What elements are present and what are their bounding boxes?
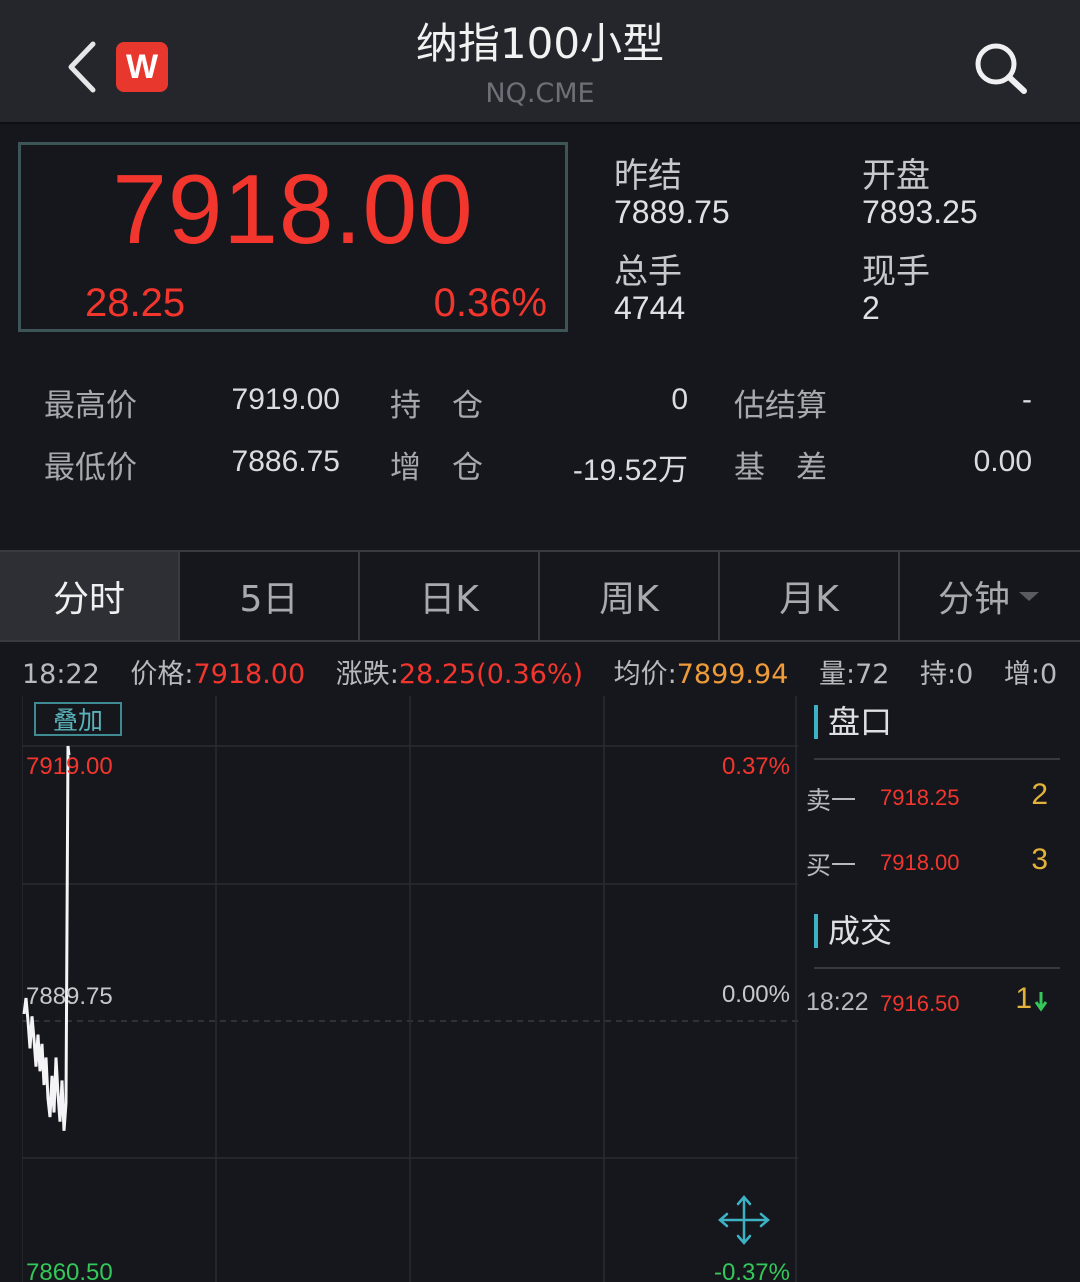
- open-interest-label: 持 仓: [390, 388, 483, 424]
- price-box: 7918.00 28.25 0.36%: [18, 142, 568, 332]
- open-label: 开盘: [862, 156, 930, 196]
- tab-label: 分钟: [937, 579, 1010, 620]
- info-hold: 0: [956, 659, 974, 690]
- prev-settle-value: 7889.75: [614, 194, 730, 230]
- low-label: 最低价: [44, 450, 137, 486]
- basis-value: 0.00: [973, 445, 1032, 478]
- page-title: 纳指100小型: [415, 19, 665, 68]
- prev-settle-label: 昨结: [614, 156, 682, 196]
- tab-daily-k[interactable]: 日K: [360, 552, 540, 640]
- page-subtitle: NQ.CME: [485, 78, 595, 109]
- bid1-volume: 3: [1031, 843, 1048, 876]
- current-volume-value: 2: [862, 290, 880, 326]
- open-interest-value: 0: [671, 383, 688, 416]
- current-volume-label: 现手: [862, 252, 930, 292]
- chart-info-line: 18:22 价格:7918.00 涨跌:28.25(0.36%) 均价:7899…: [22, 652, 1057, 691]
- tab-label: 日K: [419, 579, 479, 620]
- ask1-price: 7918.25: [880, 785, 960, 810]
- info-price-label: 价格:: [130, 659, 194, 690]
- open-value: 7893.25: [862, 194, 978, 230]
- chart-tabs: 分时 5日 日K 周K 月K 分钟: [0, 550, 1080, 642]
- search-icon: [975, 43, 1027, 94]
- high-label: 最高价: [44, 388, 137, 424]
- info-time: 18:22: [22, 659, 100, 690]
- y-label-high: 7919.00: [26, 753, 113, 780]
- trade-volume: 1: [1015, 982, 1032, 1015]
- tab-intraday[interactable]: 分时: [0, 552, 180, 640]
- tab-5day[interactable]: 5日: [180, 552, 360, 640]
- info-vol-label: 量:: [818, 659, 856, 690]
- y-label-pct-high: 0.37%: [722, 753, 790, 780]
- info-avg: 7899.94: [676, 659, 789, 690]
- trade-price: 7916.50: [880, 991, 960, 1016]
- tab-weekly-k[interactable]: 周K: [540, 552, 720, 640]
- last-price: 7918.00: [112, 154, 474, 264]
- price-change-percent: 0.36%: [433, 281, 547, 325]
- y-label-pct-low: -0.37%: [714, 1259, 790, 1282]
- y-label-mid: 7889.75: [26, 983, 113, 1010]
- trades-title: 成交: [814, 914, 892, 948]
- bid1-price: 7918.00: [880, 850, 960, 875]
- oi-change-label: 增 仓: [390, 450, 483, 486]
- expand-arrows-icon[interactable]: [718, 1195, 770, 1245]
- tab-label: 月K: [779, 579, 839, 620]
- total-volume-label: 总手: [614, 252, 682, 292]
- trade-time: 18:22: [806, 988, 869, 1016]
- basis-label: 基 差: [734, 450, 827, 486]
- info-avg-label: 均价:: [613, 659, 677, 690]
- tab-minute[interactable]: 分钟: [900, 552, 1080, 640]
- total-volume-value: 4744: [614, 290, 686, 326]
- y-label-pct-mid: 0.00%: [722, 981, 790, 1008]
- intraday-chart[interactable]: 7919.00 7889.75 7860.50 0.37% 0.00% -0.3…: [22, 696, 798, 1282]
- chart-grid: [22, 696, 798, 1282]
- price-change: 28.25: [85, 281, 186, 325]
- price-series-line: [22, 745, 71, 1131]
- tab-monthly-k[interactable]: 月K: [720, 552, 900, 640]
- tab-label: 周K: [599, 579, 659, 620]
- y-label-low: 7860.50: [26, 1259, 113, 1282]
- search-button[interactable]: [970, 38, 1032, 98]
- caret-down-icon: [1019, 592, 1039, 601]
- ask1-label: 卖一: [806, 786, 857, 815]
- divider: [814, 758, 1060, 760]
- low-value: 7886.75: [231, 445, 340, 478]
- info-inc: 0: [1040, 659, 1058, 690]
- info-inc-label: 增:: [1003, 659, 1041, 690]
- oi-change-value: -19.52万: [572, 454, 688, 487]
- info-price: 7918.00: [193, 659, 306, 690]
- info-change: 28.25(0.36%): [398, 659, 584, 690]
- bid1-label: 买一: [806, 851, 857, 880]
- info-vol: 72: [855, 659, 890, 690]
- tab-label: 分时: [52, 579, 125, 620]
- info-change-label: 涨跌:: [335, 659, 399, 690]
- est-settle-label: 估结算: [734, 388, 827, 424]
- info-hold-label: 持:: [920, 659, 957, 690]
- ask1-volume: 2: [1031, 778, 1048, 811]
- high-value: 7919.00: [231, 383, 340, 416]
- divider: [814, 967, 1060, 969]
- overlay-button[interactable]: 叠加: [34, 702, 122, 736]
- order-book-title: 盘口: [814, 705, 892, 739]
- arrow-down-icon: [1034, 992, 1048, 1012]
- est-settle-value: -: [1022, 383, 1032, 416]
- tab-label: 5日: [239, 579, 299, 620]
